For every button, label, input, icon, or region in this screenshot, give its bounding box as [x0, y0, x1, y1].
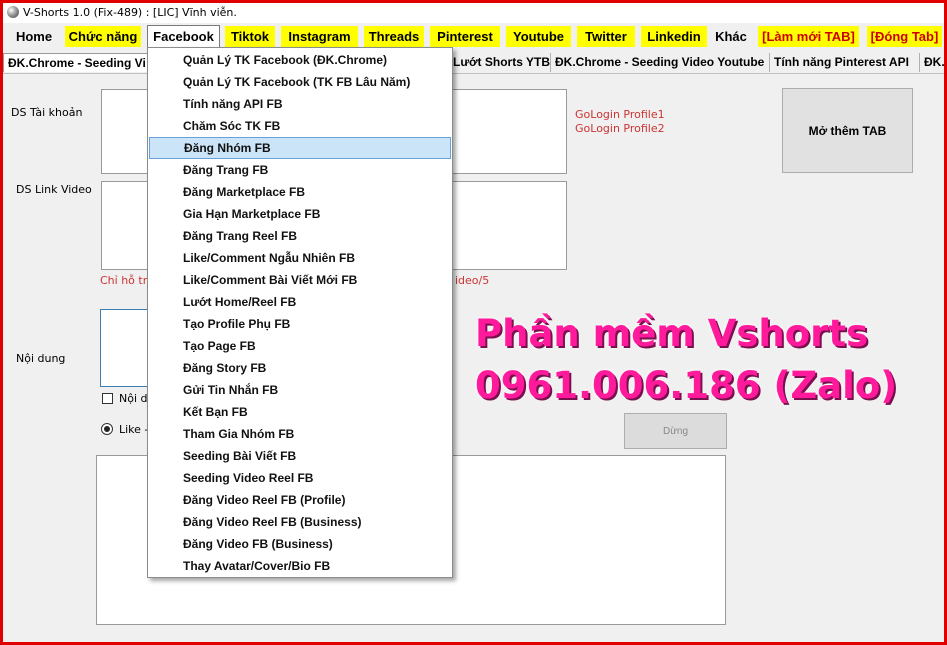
menu-close-tab[interactable]: [Đóng Tab]: [867, 26, 942, 47]
facebook-menu-item[interactable]: Đăng Video Reel FB (Profile): [149, 489, 451, 511]
menu-chuc-nang[interactable]: Chức năng: [65, 26, 141, 47]
video-links-label: DS Link Video: [16, 183, 92, 196]
facebook-menu-item[interactable]: Đăng Story FB: [149, 357, 451, 379]
app-icon: [7, 6, 19, 18]
hint-text-right: ideo/5: [455, 274, 490, 287]
facebook-menu-item[interactable]: Seeding Bài Viết FB: [149, 445, 451, 467]
facebook-menu-item[interactable]: Seeding Video Reel FB: [149, 467, 451, 489]
tab-strip: ĐK.Chrome - Seeding Vi Lướt Shorts YTB Đ…: [3, 51, 944, 74]
facebook-menu-item[interactable]: Đăng Trang Reel FB: [149, 225, 451, 247]
content-checkbox-label: Nội d: [119, 392, 148, 405]
facebook-menu-item[interactable]: Gia Hạn Marketplace FB: [149, 203, 451, 225]
facebook-menu-item[interactable]: Like/Comment Bài Viết Mới FB: [149, 269, 451, 291]
menu-facebook[interactable]: Facebook: [147, 25, 220, 48]
facebook-menu-item[interactable]: Đăng Nhóm FB: [149, 137, 451, 159]
tab-pinterest-api[interactable]: Tính năng Pinterest API: [770, 53, 920, 72]
menu-khac[interactable]: Khác: [711, 26, 751, 47]
menu-refresh-tab[interactable]: [Làm mới TAB]: [758, 26, 859, 47]
facebook-menu-item[interactable]: Like/Comment Ngẫu Nhiên FB: [149, 247, 451, 269]
promo-overlay: Phần mềm Vshorts 0961.006.186 (Zalo): [475, 308, 897, 412]
stop-button[interactable]: Dừng: [624, 413, 727, 449]
menu-pinterest[interactable]: Pinterest: [430, 26, 500, 47]
menu-home[interactable]: Home: [9, 26, 59, 47]
menu-instagram[interactable]: Instagram: [281, 26, 358, 47]
profile-item[interactable]: GoLogin Profile1: [575, 108, 665, 122]
window-title: V-Shorts 1.0 (Fix-489) : [LIC] Vĩnh viễn…: [23, 6, 237, 19]
facebook-menu-item[interactable]: Thay Avatar/Cover/Bio FB: [149, 555, 451, 577]
promo-line-2: 0961.006.186 (Zalo): [475, 364, 898, 407]
title-bar: V-Shorts 1.0 (Fix-489) : [LIC] Vĩnh viễn…: [3, 3, 944, 23]
accounts-label: DS Tài khoản: [11, 106, 83, 119]
content-checkbox[interactable]: [102, 393, 113, 404]
facebook-dropdown-menu: Quản Lý TK Facebook (ĐK.Chrome) Quản Lý T…: [147, 47, 453, 578]
open-tab-button[interactable]: Mở thêm TAB: [782, 88, 913, 173]
facebook-menu-item[interactable]: Quản Lý TK Facebook (TK FB Lâu Năm): [149, 71, 451, 93]
promo-line-1: Phần mềm Vshorts: [475, 312, 869, 355]
menu-linkedin[interactable]: Linkedin: [641, 26, 707, 47]
menu-bar: Home Chức năng Facebook Tiktok Instagram…: [3, 24, 944, 48]
facebook-menu-item[interactable]: Lướt Home/Reel FB: [149, 291, 451, 313]
content-textarea[interactable]: [100, 309, 148, 387]
profile-item[interactable]: GoLogin Profile2: [575, 122, 665, 136]
facebook-menu-item[interactable]: Kết Bạn FB: [149, 401, 451, 423]
facebook-menu-item[interactable]: Quản Lý TK Facebook (ĐK.Chrome): [149, 49, 451, 71]
facebook-menu-item[interactable]: Tham Gia Nhóm FB: [149, 423, 451, 445]
menu-youtube[interactable]: Youtube: [506, 26, 571, 47]
facebook-menu-item[interactable]: Gửi Tin Nhắn FB: [149, 379, 451, 401]
facebook-menu-item[interactable]: Tạo Page FB: [149, 335, 451, 357]
like-radio[interactable]: [101, 423, 113, 435]
tab-chrome-seeding-youtube[interactable]: ĐK.Chrome - Seeding Video Youtube: [551, 53, 770, 72]
tab-chrome-seeding-video[interactable]: ĐK.Chrome - Seeding Vi: [3, 53, 153, 72]
like-radio-label: Like -: [119, 423, 149, 436]
facebook-menu-item[interactable]: Đăng Marketplace FB: [149, 181, 451, 203]
app-window: V-Shorts 1.0 (Fix-489) : [LIC] Vĩnh viễn…: [0, 0, 947, 645]
profile-list[interactable]: GoLogin Profile1 GoLogin Profile2: [575, 108, 665, 136]
menu-twitter[interactable]: Twitter: [577, 26, 635, 47]
content-label: Nội dung: [16, 352, 66, 365]
hint-text: Chỉ hỗ trợ: [100, 274, 154, 287]
tab-luot-shorts-ytb[interactable]: Lướt Shorts YTB: [449, 53, 551, 72]
facebook-menu-item[interactable]: Đăng Trang FB: [149, 159, 451, 181]
menu-threads[interactable]: Threads: [364, 26, 424, 47]
facebook-menu-item[interactable]: Đăng Video FB (Business): [149, 533, 451, 555]
facebook-menu-item[interactable]: Chăm Sóc TK FB: [149, 115, 451, 137]
facebook-menu-item[interactable]: Đăng Video Reel FB (Business): [149, 511, 451, 533]
tab-dk-more[interactable]: ĐK.: [920, 53, 944, 72]
facebook-menu-item[interactable]: Tạo Profile Phụ FB: [149, 313, 451, 335]
facebook-menu-item[interactable]: Tính năng API FB: [149, 93, 451, 115]
menu-tiktok[interactable]: Tiktok: [225, 26, 275, 47]
